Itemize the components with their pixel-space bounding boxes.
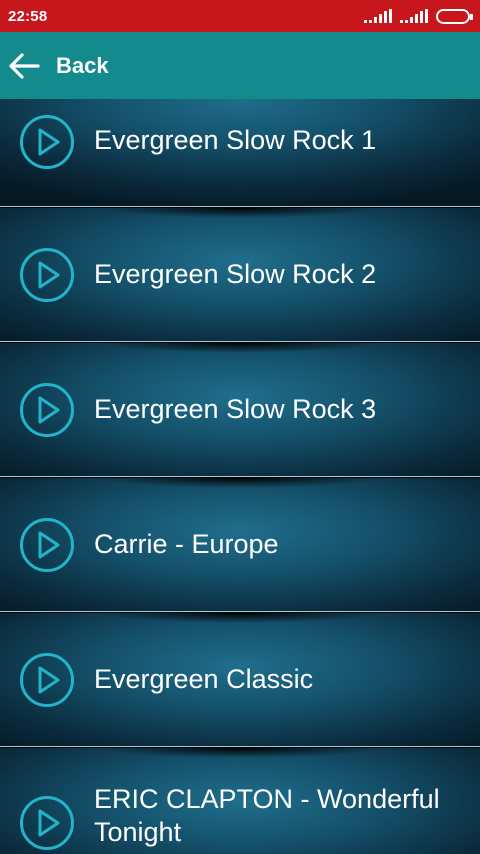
track-title: Carrie - Europe xyxy=(94,529,279,559)
back-button[interactable]: Back xyxy=(0,32,480,99)
track-item-5[interactable]: Evergreen Classic xyxy=(0,613,480,747)
play-icon xyxy=(20,383,74,437)
play-icon xyxy=(20,115,74,169)
track-item-4[interactable]: Carrie - Europe xyxy=(0,478,480,612)
play-icon xyxy=(20,248,74,302)
track-title: ERIC CLAPTON - Wonderful Tonight xyxy=(94,784,440,847)
track-title: Evergreen Slow Rock 2 xyxy=(94,259,377,289)
status-time: 22:58 xyxy=(8,7,48,25)
battery-icon xyxy=(436,8,473,24)
track-title: Evergreen Classic xyxy=(94,664,314,694)
play-icon xyxy=(20,653,74,707)
status-icons xyxy=(364,8,473,24)
track-item-6[interactable]: ERIC CLAPTON - Wonderful Tonight xyxy=(0,748,480,854)
track-item-1[interactable]: Evergreen Slow Rock 1 xyxy=(0,99,480,207)
signal-icon-sim2 xyxy=(400,9,428,23)
play-icon xyxy=(20,796,74,850)
track-title: Evergreen Slow Rock 1 xyxy=(94,125,377,155)
track-item-3[interactable]: Evergreen Slow Rock 3 xyxy=(0,343,480,477)
status-bar: 22:58 xyxy=(0,0,480,32)
play-icon xyxy=(20,518,74,572)
back-label: Back xyxy=(56,52,109,78)
track-item-2[interactable]: Evergreen Slow Rock 2 xyxy=(0,208,480,342)
back-arrow-icon xyxy=(9,52,40,79)
track-list[interactable]: Evergreen Slow Rock 1 Evergreen Slow Roc… xyxy=(0,99,480,854)
signal-icon-sim1 xyxy=(364,9,392,23)
track-title: Evergreen Slow Rock 3 xyxy=(94,394,377,424)
